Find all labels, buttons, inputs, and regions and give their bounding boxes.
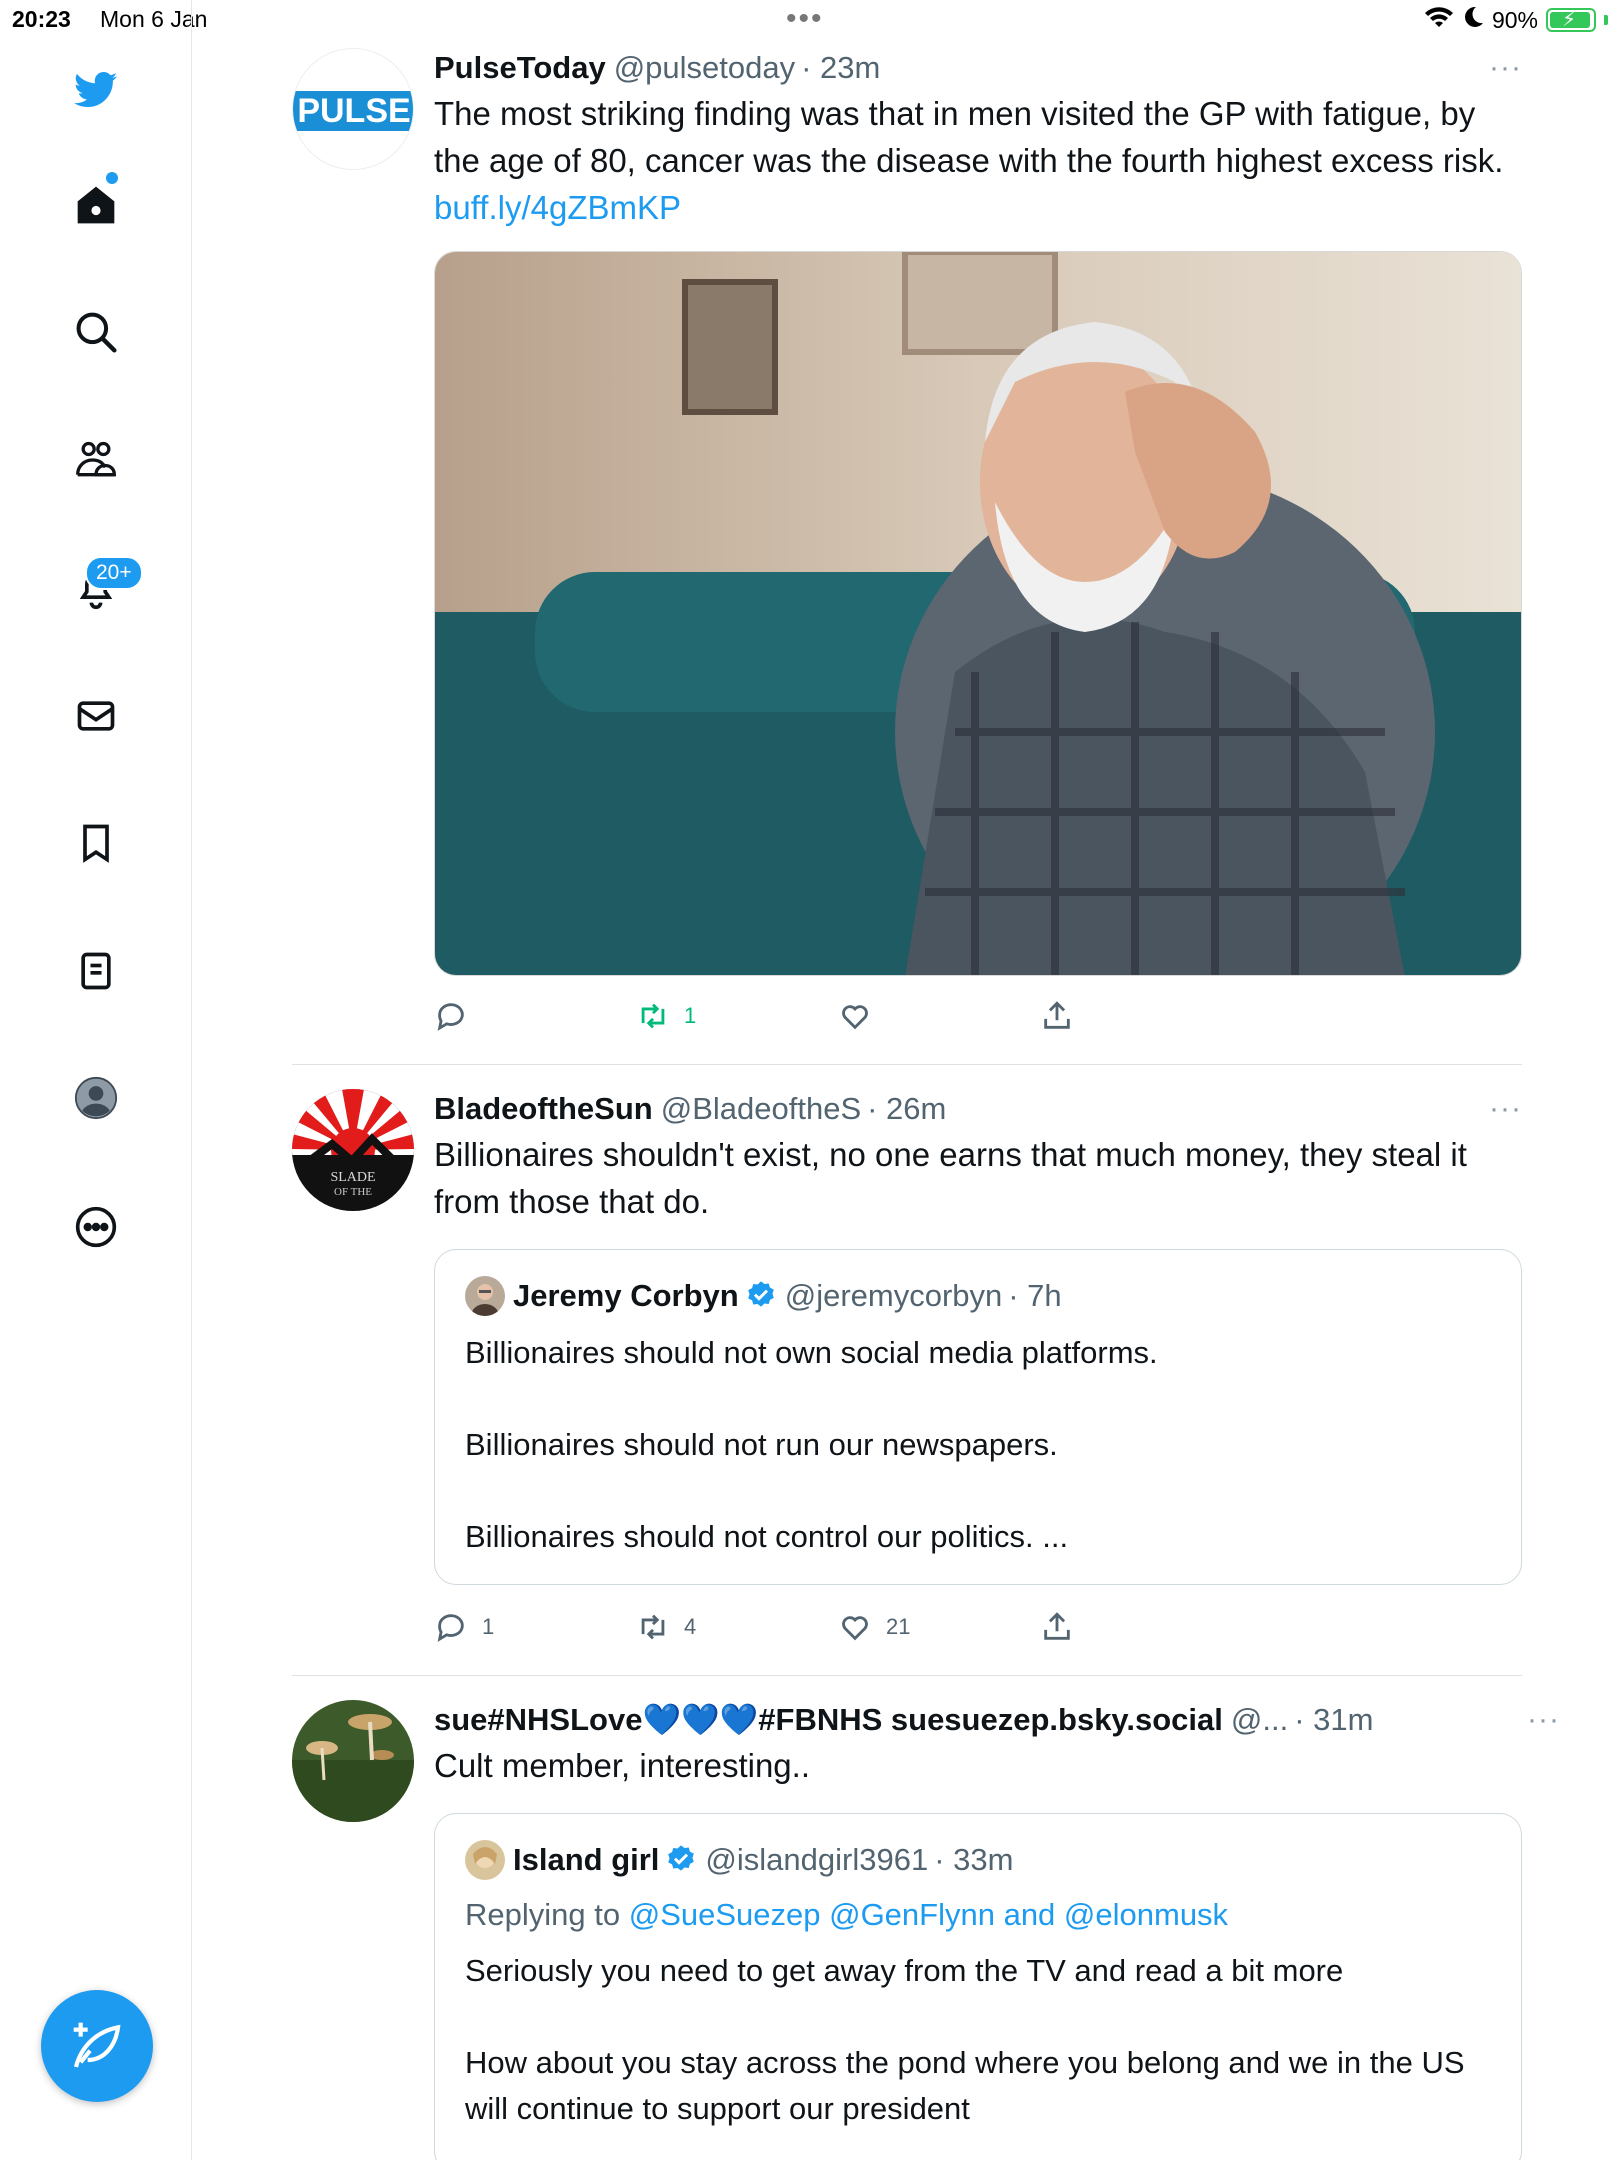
verified-badge-icon — [747, 1281, 774, 1307]
replying-to-label: Replying to — [465, 1897, 621, 1932]
timeline-feed: PULSE PulseToday @pulsetoday · 23m ··· T… — [292, 40, 1559, 2160]
quote-avatar — [465, 1276, 505, 1316]
share-icon — [1044, 1612, 1070, 1640]
battery-icon: ⚡ — [1546, 8, 1596, 32]
tweet-text: The most striking finding was that in me… — [434, 90, 1522, 231]
retweet-count: 4 — [684, 1614, 697, 1639]
reply-icon — [437, 1003, 464, 1031]
tweet[interactable]: SLADE OF THE BladeoftheSun @BladeoftheS … — [292, 1065, 1522, 1676]
home-icon[interactable] — [61, 170, 131, 240]
quote-time: · 33m — [934, 1842, 1014, 1877]
share-button[interactable] — [1040, 1610, 1242, 1644]
compose-tweet-button[interactable] — [41, 1990, 153, 2102]
avatar[interactable]: PULSE — [292, 48, 414, 170]
tweet-time[interactable]: · 31m — [1294, 1700, 1373, 1740]
reply-button[interactable] — [434, 999, 636, 1033]
moon-icon — [1462, 5, 1484, 35]
retweet-button[interactable]: 4 — [636, 1610, 838, 1644]
retweet-count: 1 — [684, 1003, 697, 1028]
more-options-icon[interactable]: ··· — [1489, 48, 1522, 88]
author-name[interactable]: PulseToday — [434, 48, 606, 88]
tweet-time[interactable]: · 26m — [867, 1089, 946, 1129]
verified-badge-icon — [668, 1845, 695, 1871]
quoted-tweet[interactable]: Jeremy Corbyn @jeremycorbyn · 7h Billion… — [434, 1249, 1522, 1585]
sidebar: 20+ — [0, 0, 192, 2160]
battery-percent: 90% — [1491, 6, 1538, 33]
svg-text:OF THE: OF THE — [334, 1186, 372, 1198]
like-button[interactable] — [838, 999, 1040, 1033]
author-name-suffix[interactable]: #FBNHS suesuezep.bsky.social — [758, 1700, 1223, 1740]
reply-icon — [437, 1614, 464, 1642]
share-button[interactable] — [1040, 999, 1242, 1033]
quote-text: Seriously you need to get away from the … — [465, 1948, 1491, 2132]
status-bar: 20:23 Mon 6 Jan ••• 90% ⚡ — [0, 0, 1620, 40]
profile-avatar-icon[interactable] — [61, 1063, 131, 1133]
heart-icon — [842, 1616, 868, 1641]
replying-to: Replying to @SueSuezep @GenFlynn and @el… — [465, 1892, 1491, 1938]
tweet-link[interactable]: buff.ly/4gZBmKP — [434, 189, 681, 226]
quote-time: · 7h — [1008, 1278, 1062, 1313]
tweet-text: Cult member, interesting.. — [434, 1747, 810, 1784]
reply-button[interactable]: 1 — [434, 1610, 636, 1644]
heart-icon — [842, 1005, 868, 1030]
quote-line: How about you stay across the pond where… — [465, 2045, 1465, 2126]
author-handle[interactable]: @pulsetoday — [614, 48, 795, 88]
blade-logo-text: SLADE — [330, 1170, 375, 1185]
retweet-icon — [641, 1614, 665, 1640]
author-handle[interactable]: @... — [1231, 1700, 1288, 1740]
avatar[interactable]: SLADE OF THE — [292, 1089, 414, 1211]
more-options-icon[interactable]: ··· — [1527, 1700, 1560, 1740]
tweet-text: Billionaires shouldn't exist, no one ear… — [434, 1136, 1467, 1220]
quote-line: Billionaires should not control our poli… — [465, 1519, 1069, 1554]
replying-to-users[interactable]: @SueSuezep @GenFlynn and @elonmusk — [629, 1897, 1228, 1932]
reply-count: 1 — [482, 1614, 495, 1639]
more-options-circle-icon[interactable] — [61, 1192, 131, 1262]
quote-author-name: Jeremy Corbyn — [513, 1278, 739, 1313]
retweet-button[interactable]: 1 — [636, 999, 838, 1033]
tweet-actions: 1 4 21 — [434, 1605, 1522, 1649]
quote-author-handle: @jeremycorbyn — [784, 1278, 1003, 1313]
home-unread-dot — [106, 172, 118, 184]
avatar[interactable] — [292, 1700, 414, 1822]
quoted-tweet[interactable]: Island girl @islandgirl3961 · 33m Replyi… — [434, 1813, 1522, 2160]
multitasking-dots-icon[interactable]: ••• — [786, 2, 824, 36]
tweet-body: The most striking finding was that in me… — [434, 95, 1504, 179]
blue-hearts: 💙💙💙 — [642, 1702, 759, 1737]
tweet[interactable]: PULSE PulseToday @pulsetoday · 23m ··· T… — [292, 40, 1522, 1065]
compose-feather-icon — [73, 2022, 121, 2068]
author-handle[interactable]: @BladeoftheS — [661, 1089, 861, 1129]
like-count: 21 — [886, 1614, 911, 1639]
quote-author-handle: @islandgirl3961 — [705, 1842, 929, 1877]
tweet-actions: 1 — [434, 994, 1522, 1038]
notifications-badge: 20+ — [85, 556, 143, 590]
tweet-time[interactable]: · 23m — [801, 48, 880, 88]
search-icon[interactable] — [61, 297, 131, 367]
share-icon — [1044, 1001, 1070, 1029]
quote-line: Billionaires should not own social media… — [465, 1335, 1158, 1370]
tweet-image[interactable] — [434, 251, 1522, 976]
author-name[interactable]: BladeoftheSun — [434, 1089, 653, 1129]
author-name[interactable]: sue#NHSLove — [434, 1700, 642, 1740]
bookmarks-icon[interactable] — [61, 808, 131, 878]
quote-line: Billionaires should not run our newspape… — [465, 1427, 1058, 1462]
like-button[interactable]: 21 — [838, 1610, 1040, 1644]
quote-line: Seriously you need to get away from the … — [465, 1953, 1344, 1988]
pulse-logo: PULSE — [293, 91, 413, 131]
lists-icon[interactable] — [61, 936, 131, 1006]
quote-author-name: Island girl — [513, 1842, 660, 1877]
communities-icon[interactable] — [61, 425, 131, 495]
wifi-icon — [1424, 5, 1454, 35]
more-options-icon[interactable]: ··· — [1489, 1089, 1522, 1129]
twitter-logo-icon[interactable] — [61, 55, 131, 125]
tweet[interactable]: sue#NHSLove 💙💙💙 #FBNHS suesuezep.bsky.so… — [292, 1676, 1559, 2160]
messages-envelope-icon[interactable] — [61, 681, 131, 751]
quote-avatar — [465, 1840, 505, 1880]
retweet-icon — [641, 1003, 665, 1029]
quote-text: Billionaires should not own social media… — [465, 1330, 1491, 1560]
